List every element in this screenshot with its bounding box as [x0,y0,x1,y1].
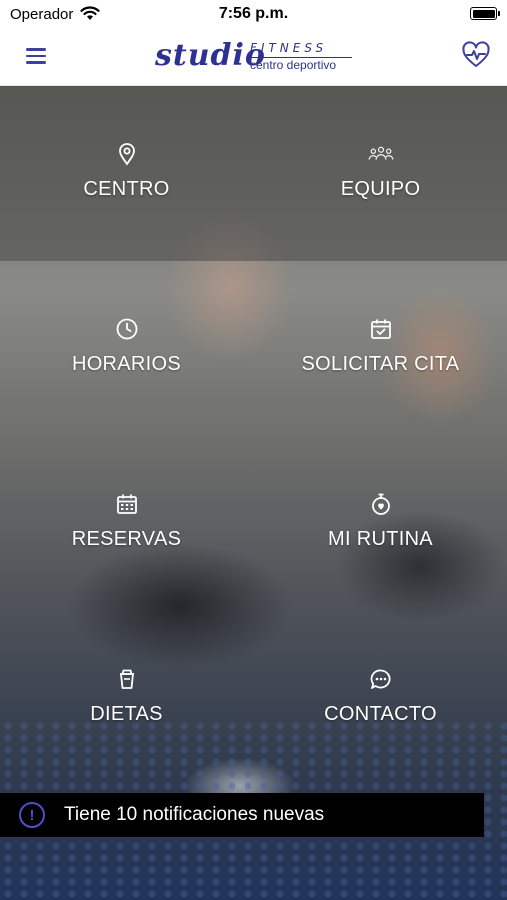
menu-item-label: SOLICITAR CITA [301,353,460,375]
drink-cup-icon [113,665,141,693]
studio-fitness-logo: studio FITNESS centro deportivo [155,38,355,78]
notification-banner[interactable]: ! Tiene 10 notificaciones nuevas [0,793,484,837]
menu-item-equipo[interactable]: EQUIPO [254,86,507,261]
menu-item-label: CONTACTO [324,703,437,725]
nav-bar: studio FITNESS centro deportivo [0,28,507,86]
clock-icon [113,315,141,343]
calendar-check-icon [367,315,395,343]
menu-item-contacto[interactable]: CONTACTO [254,611,507,786]
stopwatch-icon [367,490,395,518]
logo-subtitle: centro deportivo [250,58,337,72]
battery-level [472,9,495,18]
menu-item-label: CENTRO [83,178,170,200]
menu-item-reservas[interactable]: RESERVAS [0,436,253,611]
status-bar: Operador 7:56 p.m. [0,0,507,28]
menu-item-label: HORARIOS [71,353,182,375]
dashboard-background: CENTRO EQUIPO HORARIOS SOLICITAR CITA RE… [0,86,507,900]
logo-fitness-text: FITNESS [250,41,328,55]
calendar-grid-icon [113,490,141,518]
heart-pulse-icon[interactable] [461,40,491,70]
menu-item-label: DIETAS [90,703,163,725]
menu-item-label: MI RUTINA [328,528,433,550]
chat-bubble-icon [367,665,395,693]
clock-time: 7:56 p.m. [218,5,289,22]
menu-item-dietas[interactable]: DIETAS [0,611,253,786]
battery-icon [470,7,500,20]
notification-text: Tiene 10 notificaciones nuevas [64,804,325,825]
menu-item-label: RESERVAS [71,528,182,550]
team-icon [367,140,395,168]
menu-item-label: EQUIPO [340,178,421,200]
menu-item-solicitar-cita[interactable]: SOLICITAR CITA [254,261,507,436]
alert-circle-icon: ! [19,802,45,828]
menu-item-mi-rutina[interactable]: MI RUTINA [254,436,507,611]
menu-item-centro[interactable]: CENTRO [0,86,253,261]
location-pin-icon [113,140,141,168]
hamburger-menu-icon[interactable] [22,44,50,70]
menu-item-horarios[interactable]: HORARIOS [0,261,253,436]
